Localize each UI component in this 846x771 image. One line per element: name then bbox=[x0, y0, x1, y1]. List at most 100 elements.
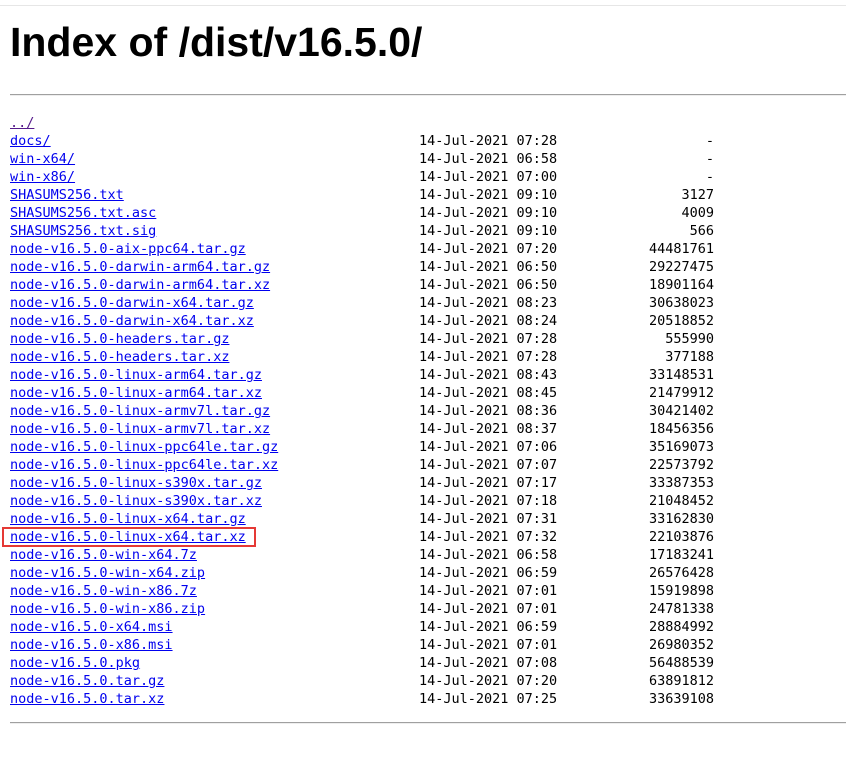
file-date: 14-Jul-2021 07:08 bbox=[419, 655, 558, 671]
file-link[interactable]: node-v16.5.0-linux-s390x.tar.gz bbox=[10, 474, 262, 492]
file-row: node-v16.5.0-x86.msi 14-Jul-2021 07:01 269… bbox=[0, 636, 846, 654]
file-date: 14-Jul-2021 07:06 bbox=[419, 439, 558, 455]
file-row: node-v16.5.0-headers.tar.gz 14-Jul-2021 0… bbox=[0, 330, 846, 348]
file-date: 14-Jul-2021 07:18 bbox=[419, 493, 558, 509]
file-row: node-v16.5.0-darwin-arm64.tar.xz 14-Jul-2… bbox=[0, 276, 846, 294]
file-row: node-v16.5.0.tar.xz 14-Jul-2021 07:25 3363… bbox=[0, 690, 846, 708]
file-link[interactable]: node-v16.5.0-win-x64.7z bbox=[10, 546, 197, 564]
file-row: node-v16.5.0-linux-arm64.tar.gz 14-Jul-20… bbox=[0, 366, 846, 384]
file-size: - bbox=[705, 169, 714, 185]
file-row: node-v16.5.0-aix-ppc64.tar.gz 14-Jul-2021… bbox=[0, 240, 846, 258]
file-size: 18456356 bbox=[648, 421, 714, 437]
file-link[interactable]: node-v16.5.0-x86.msi bbox=[10, 636, 173, 654]
file-listing: ../ docs/14-Jul-2021 07:28- win-x64/14-Ju… bbox=[0, 114, 846, 708]
file-size: 377188 bbox=[665, 349, 714, 365]
file-size: 30421402 bbox=[648, 403, 714, 419]
file-row: win-x86/14-Jul-2021 07:00 - bbox=[0, 168, 846, 186]
file-row: SHASUMS256.txt.sig 14-Jul-2021 09:10 566 bbox=[0, 222, 846, 240]
file-date: 14-Jul-2021 07:01 bbox=[419, 601, 558, 617]
file-size: 33387353 bbox=[648, 475, 714, 491]
file-row: node-v16.5.0-darwin-arm64.tar.gz 14-Jul-2… bbox=[0, 258, 846, 276]
file-link[interactable]: SHASUMS256.txt.asc bbox=[10, 204, 156, 222]
file-date: 14-Jul-2021 08:45 bbox=[419, 385, 558, 401]
file-date: 14-Jul-2021 07:28 bbox=[419, 133, 558, 149]
file-date: 14-Jul-2021 08:36 bbox=[419, 403, 558, 419]
file-size: 21479912 bbox=[648, 385, 714, 401]
file-date: 14-Jul-2021 09:10 bbox=[419, 205, 558, 221]
file-date: 14-Jul-2021 06:50 bbox=[419, 277, 558, 293]
file-link[interactable]: node-v16.5.0.pkg bbox=[10, 654, 140, 672]
file-date: 14-Jul-2021 08:43 bbox=[419, 367, 558, 383]
file-row: node-v16.5.0.tar.gz 14-Jul-2021 07:20 6389… bbox=[0, 672, 846, 690]
file-row: node-v16.5.0-darwin-x64.tar.xz 14-Jul-202… bbox=[0, 312, 846, 330]
file-link[interactable]: node-v16.5.0-linux-armv7l.tar.xz bbox=[10, 420, 270, 438]
file-size: 26980352 bbox=[648, 637, 714, 653]
file-date: 14-Jul-2021 08:23 bbox=[419, 295, 558, 311]
file-link[interactable]: node-v16.5.0-linux-arm64.tar.xz bbox=[10, 384, 262, 402]
file-date: 14-Jul-2021 07:20 bbox=[419, 241, 558, 257]
file-link[interactable]: node-v16.5.0-x64.msi bbox=[10, 618, 173, 636]
file-row: node-v16.5.0-darwin-x64.tar.gz 14-Jul-202… bbox=[0, 294, 846, 312]
file-date: 14-Jul-2021 06:59 bbox=[419, 565, 558, 581]
file-size: 28884992 bbox=[648, 619, 714, 635]
file-link[interactable]: win-x64/ bbox=[10, 150, 75, 168]
file-date: 14-Jul-2021 07:00 bbox=[419, 169, 558, 185]
file-link[interactable]: node-v16.5.0-darwin-arm64.tar.xz bbox=[10, 276, 270, 294]
file-size: 63891812 bbox=[648, 673, 714, 689]
file-link[interactable]: node-v16.5.0-aix-ppc64.tar.gz bbox=[10, 240, 246, 258]
file-date: 14-Jul-2021 07:17 bbox=[419, 475, 558, 491]
file-date: 14-Jul-2021 09:10 bbox=[419, 223, 558, 239]
top-border bbox=[0, 5, 846, 6]
file-row: node-v16.5.0-linux-ppc64le.tar.gz 14-Jul-… bbox=[0, 438, 846, 456]
file-date: 14-Jul-2021 07:20 bbox=[419, 673, 558, 689]
file-row: node-v16.5.0-x64.msi 14-Jul-2021 06:59 288… bbox=[0, 618, 846, 636]
file-size: 26576428 bbox=[648, 565, 714, 581]
file-link[interactable]: node-v16.5.0.tar.xz bbox=[10, 690, 164, 708]
file-link[interactable]: node-v16.5.0-headers.tar.gz bbox=[10, 330, 229, 348]
file-date: 14-Jul-2021 08:24 bbox=[419, 313, 558, 329]
file-date: 14-Jul-2021 09:10 bbox=[419, 187, 558, 203]
file-link[interactable]: node-v16.5.0-headers.tar.xz bbox=[10, 348, 229, 366]
file-link[interactable]: node-v16.5.0-win-x86.7z bbox=[10, 582, 197, 600]
file-size: 22573792 bbox=[648, 457, 714, 473]
file-link[interactable]: node-v16.5.0-win-x64.zip bbox=[10, 564, 205, 582]
file-size: 20518852 bbox=[648, 313, 714, 329]
file-link[interactable]: node-v16.5.0-darwin-arm64.tar.gz bbox=[10, 258, 270, 276]
file-link[interactable]: node-v16.5.0-linux-arm64.tar.gz bbox=[10, 366, 262, 384]
parent-directory-link[interactable]: ../ bbox=[10, 114, 34, 132]
file-row: node-v16.5.0-linux-x64.tar.gz 14-Jul-2021… bbox=[0, 510, 846, 528]
file-row: node-v16.5.0-linux-ppc64le.tar.xz 14-Jul-… bbox=[0, 456, 846, 474]
file-row: node-v16.5.0-linux-armv7l.tar.gz 14-Jul-2… bbox=[0, 402, 846, 420]
file-size: 15919898 bbox=[648, 583, 714, 599]
file-row: docs/14-Jul-2021 07:28 - bbox=[0, 132, 846, 150]
file-link[interactable]: node-v16.5.0.tar.gz bbox=[10, 672, 164, 690]
file-size: 22103876 bbox=[648, 529, 714, 545]
file-row: SHASUMS256.txt 14-Jul-2021 09:10 3127 bbox=[0, 186, 846, 204]
file-row: SHASUMS256.txt.asc 14-Jul-2021 09:10 4009 bbox=[0, 204, 846, 222]
file-row: win-x64/14-Jul-2021 06:58 - bbox=[0, 150, 846, 168]
file-link[interactable]: SHASUMS256.txt bbox=[10, 186, 124, 204]
file-link[interactable]: node-v16.5.0-win-x86.zip bbox=[10, 600, 205, 618]
file-link[interactable]: node-v16.5.0-linux-ppc64le.tar.xz bbox=[10, 456, 278, 474]
file-link[interactable]: node-v16.5.0-darwin-x64.tar.gz bbox=[10, 294, 254, 312]
file-size: 33148531 bbox=[648, 367, 714, 383]
top-divider bbox=[10, 94, 846, 96]
file-link[interactable]: node-v16.5.0-linux-s390x.tar.xz bbox=[10, 492, 262, 510]
file-date: 14-Jul-2021 07:32 bbox=[419, 529, 558, 545]
file-date: 14-Jul-2021 06:58 bbox=[419, 547, 558, 563]
file-link[interactable]: node-v16.5.0-darwin-x64.tar.xz bbox=[10, 312, 254, 330]
file-row: node-v16.5.0-linux-s390x.tar.xz 14-Jul-20… bbox=[0, 492, 846, 510]
bottom-divider bbox=[10, 722, 846, 724]
file-link[interactable]: docs/ bbox=[10, 132, 51, 150]
file-link[interactable]: node-v16.5.0-linux-ppc64le.tar.gz bbox=[10, 438, 278, 456]
file-row: node-v16.5.0-linux-arm64.tar.xz 14-Jul-20… bbox=[0, 384, 846, 402]
file-link[interactable]: node-v16.5.0-linux-x64.tar.gz bbox=[10, 510, 246, 528]
file-date: 14-Jul-2021 07:28 bbox=[419, 349, 558, 365]
file-link[interactable]: SHASUMS256.txt.sig bbox=[10, 222, 156, 240]
file-link[interactable]: node-v16.5.0-linux-x64.tar.xz bbox=[10, 528, 246, 546]
file-link[interactable]: win-x86/ bbox=[10, 168, 75, 186]
file-link[interactable]: node-v16.5.0-linux-armv7l.tar.gz bbox=[10, 402, 270, 420]
file-size: - bbox=[705, 133, 714, 149]
file-size: - bbox=[705, 151, 714, 167]
file-date: 14-Jul-2021 07:01 bbox=[419, 583, 558, 599]
